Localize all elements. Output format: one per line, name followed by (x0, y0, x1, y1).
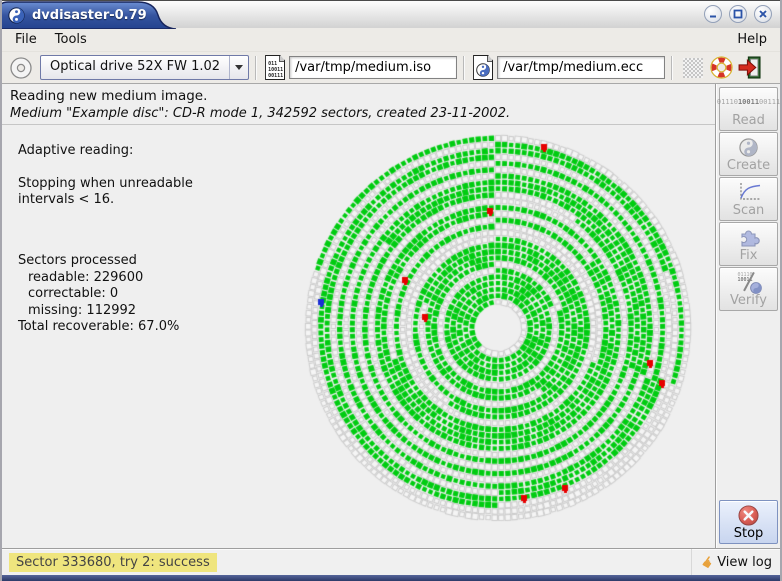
toolbar-separator (671, 56, 673, 80)
total-recoverable: Total recoverable: 67.0% (18, 319, 258, 336)
window-title: dvdisaster-0.79 (32, 8, 147, 23)
statusbar: Sector 333680, try 2: success ☛ View log (2, 548, 780, 575)
menu-help[interactable]: Help (728, 29, 776, 50)
verify-button: 01110 10011 Verify (719, 267, 778, 311)
read-button-label: Read (732, 114, 765, 127)
quit-door-icon (737, 55, 762, 80)
toolbar-separator (255, 56, 257, 80)
maximize-icon (733, 9, 743, 19)
preferences-icon (683, 58, 703, 78)
sectors-readable: readable: 229600 (18, 270, 258, 287)
stopping-condition-line1: Stopping when unreadable (18, 176, 258, 193)
stopping-condition-line2: intervals < 16. (18, 192, 258, 209)
optical-disc-icon (8, 55, 34, 81)
status-message: Sector 333680, try 2: success (9, 553, 217, 572)
drive-selector[interactable]: Optical drive 52X FW 1.02 (40, 55, 249, 80)
app-window: dvdisaster-0.79 File Tools Help Optical … (0, 0, 782, 581)
menu-tools[interactable]: Tools (46, 29, 96, 50)
fix-button: Fix (719, 222, 778, 266)
ecc-file-input[interactable] (497, 56, 665, 79)
view-log-button[interactable]: ☛ View log (691, 549, 780, 575)
iso-binary-file-icon: 0111001100111 (265, 55, 285, 80)
toolbar-separator (463, 56, 465, 80)
puzzle-piece-icon (738, 226, 760, 248)
lifebelt-help-icon (709, 55, 734, 80)
toolbar: Optical drive 52X FW 1.02 0111001100111 (2, 52, 780, 84)
chevron-down-icon (235, 65, 243, 70)
view-log-label: View log (717, 555, 772, 570)
stop-button-label: Stop (734, 527, 764, 540)
binary-check-icon: 01110 10011 (738, 271, 760, 293)
create-button: Create (719, 132, 778, 176)
scan-button: Scan (719, 177, 778, 221)
verify-button-label: Verify (730, 294, 767, 307)
help-button[interactable] (707, 54, 735, 82)
main-panel: Reading new medium image. Medium "Exampl… (2, 84, 716, 548)
create-button-label: Create (727, 159, 770, 172)
yin-yang-app-icon (8, 7, 25, 24)
close-button[interactable] (754, 5, 772, 23)
status-line-2: Medium "Example disc": CD-R mode 1, 3425… (10, 104, 707, 121)
status-line-1: Reading new medium image. (10, 88, 707, 104)
reading-info-panel: Adaptive reading: Stopping when unreadab… (18, 143, 258, 336)
curve-graph-icon (737, 181, 761, 203)
menubar: File Tools Help (2, 28, 780, 52)
pointing-hand-icon: ☛ (698, 552, 718, 572)
sectors-missing: missing: 112992 (18, 303, 258, 320)
window-bottom-border (2, 575, 780, 581)
menu-file[interactable]: File (6, 29, 46, 50)
sector-spiral-visualization (302, 127, 702, 541)
drive-selector-value: Optical drive 52X FW 1.02 (41, 56, 229, 79)
ecc-yinyang-file-icon (473, 55, 493, 80)
binary-read-icon: 01110 10011 00111 (717, 91, 780, 113)
drive-selector-arrow[interactable] (229, 56, 248, 79)
stop-button[interactable]: Stop (719, 500, 778, 544)
minimize-button[interactable] (704, 5, 722, 23)
fix-button-label: Fix (740, 249, 758, 262)
sectors-correctable: correctable: 0 (18, 286, 258, 303)
read-button: 01110 10011 00111 Read (719, 87, 778, 131)
sectors-processed-title: Sectors processed (18, 253, 258, 270)
preferences-button-disabled (679, 54, 707, 82)
titlebar[interactable]: dvdisaster-0.79 (2, 0, 780, 28)
quit-button[interactable] (735, 54, 763, 82)
scan-button-label: Scan (733, 204, 765, 217)
status-heading: Reading new medium image. Medium "Exampl… (2, 84, 715, 125)
close-icon (758, 9, 768, 19)
yin-yang-icon (739, 136, 758, 158)
image-file-input[interactable] (289, 56, 457, 79)
stop-x-icon (738, 504, 759, 526)
reading-content: Adaptive reading: Stopping when unreadab… (2, 125, 715, 548)
action-sidebar: 01110 10011 00111 Read Create (716, 84, 780, 548)
minimize-icon (708, 9, 718, 19)
maximize-button[interactable] (729, 5, 747, 23)
reading-mode-label: Adaptive reading: (18, 143, 258, 160)
